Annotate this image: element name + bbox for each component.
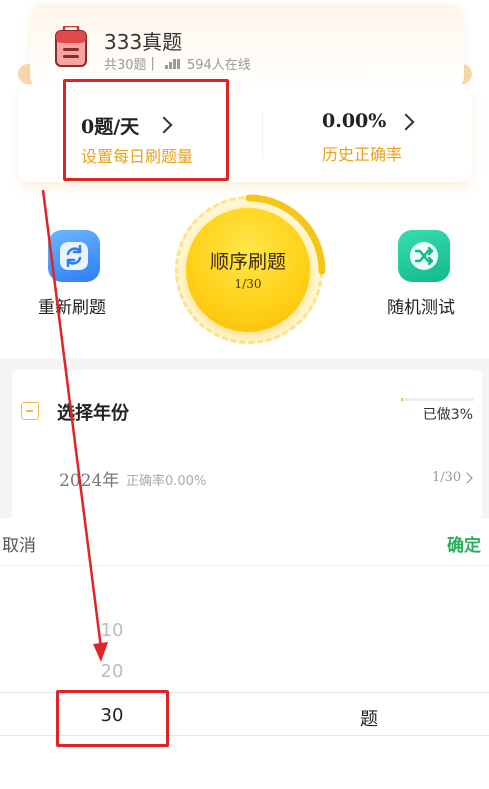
year-row-count: 1/30 [432, 470, 462, 485]
sequential-progress: 1/30 [234, 277, 262, 291]
annotation-box-daily-goal [63, 79, 229, 181]
accuracy-label: 历史正确率 [322, 145, 403, 164]
shuffle-icon [410, 242, 438, 270]
exam-header-card [30, 4, 464, 90]
number-picker [0, 518, 489, 789]
redo-button[interactable] [48, 230, 100, 282]
sequential-label: 顺序刷题 [209, 251, 286, 273]
picker-unit: 题 [360, 709, 378, 730]
stats-divider [262, 112, 263, 158]
progress-bar-fill [401, 398, 404, 401]
chevron-right-icon [397, 113, 415, 131]
done-percentage: 已做3% [422, 407, 473, 423]
redo-label: 重新刷题 [38, 298, 106, 318]
collapse-checkbox[interactable] [21, 402, 39, 420]
year-section-title: 选择年份 [57, 403, 129, 424]
exam-book-icon [55, 26, 87, 67]
year-row-year: 2024年 [59, 471, 120, 491]
cancel-button[interactable]: 取消 [2, 531, 36, 556]
exam-meta: 共30题 | 594人在线 [104, 54, 251, 73]
annotation-box-selected-value [56, 690, 169, 747]
year-row-rate: 正确率0.00% [126, 474, 207, 489]
picker-header-divider [0, 565, 489, 566]
random-test-button[interactable] [398, 230, 450, 282]
picker-option[interactable]: 10 [92, 620, 132, 641]
accuracy-value: 0.00% [322, 110, 387, 132]
signal-icon [164, 58, 180, 69]
exam-title: 333真题 [104, 30, 183, 54]
picker-option[interactable]: 20 [92, 661, 132, 682]
online-count: 594人在线 [186, 58, 251, 73]
meta-divider: | [150, 56, 155, 71]
progress-bar [401, 398, 474, 401]
refresh-icon [60, 242, 88, 270]
question-count: 共30题 [104, 58, 147, 73]
accuracy-button[interactable]: 0.00% 历史正确率 [310, 96, 440, 178]
random-test-label: 随机测试 [387, 298, 455, 318]
confirm-button[interactable]: 确定 [447, 531, 481, 556]
